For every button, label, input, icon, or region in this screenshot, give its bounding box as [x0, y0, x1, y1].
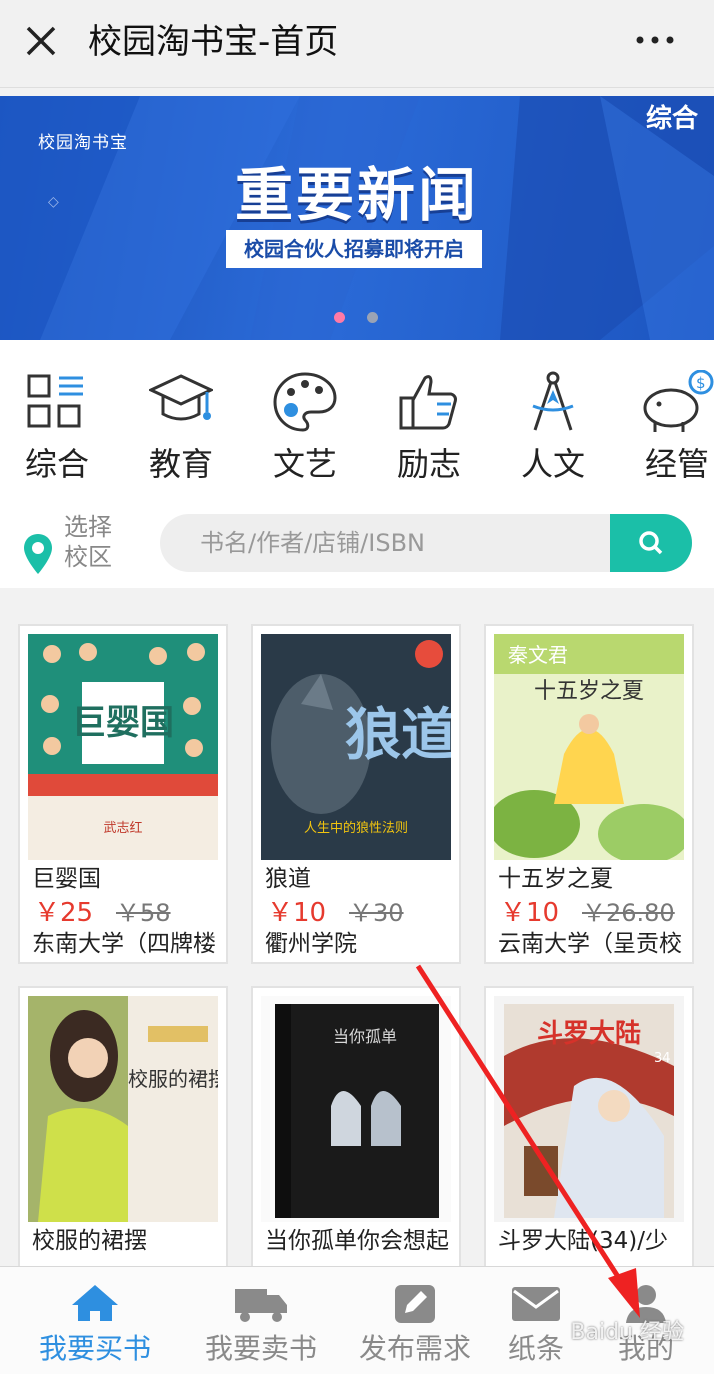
thumbs-up-icon	[399, 375, 457, 430]
book-cover-image: 狼道 人生中的狼性法则	[261, 634, 451, 860]
book-cover: 当你孤单	[261, 996, 451, 1222]
book-cover-image: 秦文君 十五岁之夏	[494, 634, 684, 860]
book-cover-image: 校服的裙摆	[28, 996, 218, 1222]
cover-title: 斗罗大陆	[537, 1018, 641, 1049]
more-button[interactable]	[630, 20, 680, 60]
book-cover: 校服的裙摆	[28, 996, 218, 1222]
location-pin-icon	[24, 534, 52, 574]
category-label: 经管	[644, 445, 709, 483]
nav-sell-books[interactable]: 我要卖书	[186, 1267, 336, 1374]
category-label: 人文	[520, 445, 585, 483]
book-school: 衢州学院	[265, 931, 357, 957]
mail-icon	[512, 1287, 560, 1321]
carousel-dots	[334, 308, 400, 327]
category-lizhi[interactable]: 励志	[374, 370, 484, 486]
book-title: 当你孤单你会想起	[265, 1228, 449, 1254]
book-card[interactable]: 校服的裙摆 校服的裙摆	[18, 986, 228, 1306]
book-grid: 巨婴国 武志红 巨婴国 ￥25 ￥58 东南大学（四牌楼 狼道 人生中的狼性法则	[0, 600, 714, 1306]
book-cover-image: 当你孤单	[261, 996, 451, 1222]
graduation-cap-icon	[149, 374, 213, 421]
search-row: 选择 校区	[0, 500, 714, 588]
book-title: 十五岁之夏	[498, 866, 613, 892]
book-school: 云南大学（呈贡校	[498, 931, 682, 957]
category-label: 励志	[396, 445, 461, 483]
book-original-price: ￥30	[349, 899, 404, 927]
app-root: 校园淘书宝-首页 ◇ 校园淘书宝 重要新闻 校园合伙人招募即将开启 综合 综合 …	[0, 0, 714, 1374]
category-jingguan[interactable]: $ 经管	[622, 370, 714, 486]
nav-label: 我要卖书	[204, 1332, 317, 1365]
more-dots-icon	[636, 36, 674, 44]
carousel-dot[interactable]	[334, 312, 345, 323]
category-zonghe[interactable]: 综合	[2, 370, 112, 486]
home-icon	[72, 1285, 118, 1321]
palette-icon	[273, 372, 337, 432]
cover-title: 当你孤单	[333, 1027, 397, 1046]
search-icon	[639, 531, 663, 555]
grid-list-icon	[27, 374, 83, 428]
book-price: ￥10	[267, 898, 327, 928]
title-bar: 校园淘书宝-首页	[0, 0, 714, 88]
book-cover-image: 巨婴国 武志红	[28, 634, 218, 860]
banner-subtitle: 校园合伙人招募即将开启	[226, 230, 482, 268]
cover-title: 校服的裙摆	[128, 1067, 218, 1091]
truck-icon	[235, 1289, 287, 1322]
book-cover: 巨婴国 武志红	[28, 634, 218, 860]
book-card[interactable]: 斗罗大陆 34 斗罗大陆(34)/少	[484, 986, 694, 1306]
search-button[interactable]	[610, 514, 692, 572]
cover-note: 人生中的狼性法则	[304, 820, 408, 836]
cover-title: 巨婴国	[72, 703, 174, 743]
book-original-price: ￥26.80	[582, 899, 675, 927]
book-price: ￥25	[34, 898, 94, 928]
close-icon	[26, 26, 56, 56]
campus-selector-line1: 选择	[64, 513, 112, 541]
cover-note: 秦文君	[508, 643, 568, 667]
book-card[interactable]: 巨婴国 武志红 巨婴国 ￥25 ￥58 东南大学（四牌楼	[18, 624, 228, 964]
piggy-bank-icon: $	[643, 370, 714, 432]
banner-corner-tag: 综合	[645, 104, 698, 134]
cover-title: 十五岁之夏	[534, 679, 644, 704]
nav-post-request[interactable]: 发布需求	[340, 1267, 490, 1374]
campus-selector[interactable]: 选择 校区	[20, 512, 170, 582]
book-original-price: ￥58	[116, 899, 171, 927]
cover-note: 34	[654, 1051, 671, 1066]
category-row: 综合 教育 文艺 励志 人文 $ 经管	[0, 340, 714, 500]
book-card[interactable]: 当你孤单 当你孤单你会想起	[251, 986, 461, 1306]
carousel-dot[interactable]	[367, 312, 378, 323]
watermark: Baidu 经验	[570, 1320, 684, 1345]
book-cover: 斗罗大陆 34	[494, 996, 684, 1222]
book-title: 斗罗大陆(34)/少	[498, 1228, 668, 1254]
book-card[interactable]: 秦文君 十五岁之夏 十五岁之夏 ￥10 ￥26.80 云南大学（呈贡校	[484, 624, 694, 964]
category-wenyi[interactable]: 文艺	[250, 370, 360, 486]
category-label: 文艺	[272, 445, 337, 483]
campus-selector-line2: 校区	[64, 543, 112, 571]
book-cover-image: 斗罗大陆 34	[494, 996, 684, 1222]
search-input[interactable]	[160, 514, 610, 572]
svg-text:$: $	[696, 374, 706, 392]
nav-buy-books[interactable]: 我要买书	[20, 1267, 170, 1374]
banner-carousel[interactable]: ◇ 校园淘书宝 重要新闻 校园合伙人招募即将开启 综合	[0, 96, 714, 340]
nav-label: 发布需求	[358, 1332, 471, 1365]
book-cover: 狼道 人生中的狼性法则	[261, 634, 451, 860]
nav-label: 我要买书	[38, 1332, 151, 1365]
close-button[interactable]	[18, 18, 64, 64]
search-box	[160, 514, 692, 572]
cover-title: 狼道	[345, 702, 451, 768]
edit-icon	[395, 1285, 435, 1323]
category-label: 教育	[148, 445, 213, 483]
book-title: 校服的裙摆	[32, 1228, 147, 1254]
page-title: 校园淘书宝-首页	[88, 22, 339, 62]
book-title: 巨婴国	[32, 866, 101, 892]
cover-note: 武志红	[103, 820, 142, 836]
category-renwen[interactable]: 人文	[498, 370, 608, 486]
book-cover: 秦文君 十五岁之夏	[494, 634, 684, 860]
book-school: 东南大学（四牌楼	[32, 931, 216, 957]
category-label: 综合	[24, 445, 89, 483]
book-card[interactable]: 狼道 人生中的狼性法则 狼道 ￥10 ￥30 衢州学院	[251, 624, 461, 964]
category-jiaoyu[interactable]: 教育	[126, 370, 236, 486]
compass-icon	[532, 371, 574, 431]
book-price: ￥10	[500, 898, 560, 928]
banner-headline: 重要新闻	[234, 161, 479, 229]
book-title: 狼道	[265, 866, 311, 892]
